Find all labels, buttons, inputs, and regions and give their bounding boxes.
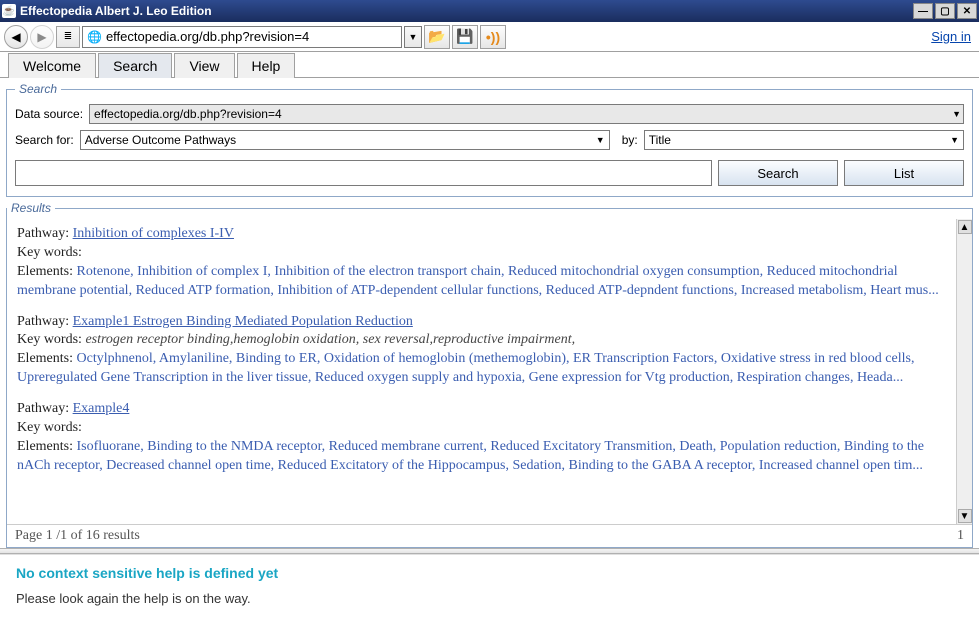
pager-status: Page 1 /1 of 16 results (15, 528, 140, 544)
scroll-up-icon[interactable]: ▲ (958, 220, 972, 234)
java-icon: ☕ (2, 4, 16, 18)
by-label: by: (622, 133, 638, 147)
pathway-link[interactable]: Example4 (73, 401, 130, 416)
globe-icon: 🌐 (87, 30, 102, 44)
tab-help[interactable]: Help (237, 53, 296, 78)
title-bar: ☕ Effectopedia Albert J. Leo Edition — ▢… (0, 0, 979, 22)
close-button[interactable]: ✕ (957, 3, 977, 19)
search-button[interactable]: Search (718, 160, 838, 186)
sign-in-link[interactable]: Sign in (931, 29, 971, 44)
elements-label: Elements: (17, 351, 77, 366)
pathway-label: Pathway: (17, 401, 73, 416)
result-item: Pathway: Example4 Key words: Elements: I… (17, 400, 948, 476)
maximize-button[interactable]: ▢ (935, 3, 955, 19)
save-button[interactable]: 💾 (452, 25, 478, 49)
help-title: No context sensitive help is defined yet (16, 565, 963, 581)
search-for-label: Search for: (15, 133, 74, 147)
help-body: Please look again the help is on the way… (16, 591, 963, 606)
pathway-link[interactable]: Inhibition of complexes I-IV (73, 226, 234, 241)
url-bar[interactable]: 🌐 effectopedia.org/db.php?revision=4 (82, 26, 402, 48)
tab-search[interactable]: Search (98, 53, 172, 78)
result-item: Pathway: Inhibition of complexes I-IV Ke… (17, 225, 948, 301)
rss-button[interactable]: •)) (480, 25, 506, 49)
chevron-down-icon: ▼ (596, 135, 605, 145)
elements-text[interactable]: Octylphnenol, Amylaniline, Binding to ER… (17, 351, 914, 385)
tab-view[interactable]: View (174, 53, 234, 78)
url-source-icon[interactable]: ≣ (56, 26, 80, 48)
results-list: Pathway: Inhibition of complexes I-IV Ke… (7, 219, 956, 524)
pathway-label: Pathway: (17, 226, 73, 241)
search-legend: Search (15, 82, 61, 96)
help-panel: No context sensitive help is defined yet… (0, 554, 979, 640)
keywords-label: Key words: (17, 332, 85, 347)
scroll-down-icon[interactable]: ▼ (958, 509, 972, 523)
chevron-down-icon: ▼ (952, 109, 961, 119)
search-for-value: Adverse Outcome Pathways (85, 133, 236, 147)
open-folder-button[interactable]: 📂 (424, 25, 450, 49)
keywords-label: Key words: (17, 245, 82, 260)
by-value: Title (649, 133, 671, 147)
elements-label: Elements: (17, 439, 77, 454)
search-panel: Search Data source: effectopedia.org/db.… (6, 82, 973, 197)
url-dropdown[interactable]: ▼ (404, 26, 422, 48)
tab-bar: Welcome Search View Help (0, 52, 979, 78)
data-source-select[interactable]: effectopedia.org/db.php?revision=4 ▼ (89, 104, 964, 124)
list-button[interactable]: List (844, 160, 964, 186)
elements-text[interactable]: Rotenone, Inhibition of complex I, Inhib… (17, 264, 939, 298)
keywords-text: estrogen receptor binding,hemoglobin oxi… (85, 332, 575, 347)
minimize-button[interactable]: — (913, 3, 933, 19)
results-legend: Results (7, 201, 55, 215)
pathway-link[interactable]: Example1 Estrogen Binding Mediated Popul… (73, 314, 413, 329)
elements-label: Elements: (17, 264, 77, 279)
chevron-down-icon: ▼ (950, 135, 959, 145)
keywords-label: Key words: (17, 420, 82, 435)
results-panel: Results Pathway: Inhibition of complexes… (6, 201, 973, 548)
scrollbar[interactable]: ▲ ▼ (956, 219, 972, 524)
back-button[interactable]: ◀ (4, 25, 28, 49)
nav-toolbar: ◀ ▶ ≣ 🌐 effectopedia.org/db.php?revision… (0, 22, 979, 52)
scroll-track[interactable] (958, 235, 972, 508)
content-area: Search Data source: effectopedia.org/db.… (0, 78, 979, 548)
result-item: Pathway: Example1 Estrogen Binding Media… (17, 313, 948, 389)
forward-button[interactable]: ▶ (30, 25, 54, 49)
search-input[interactable] (15, 160, 712, 186)
pager-page: 1 (957, 528, 964, 544)
search-for-select[interactable]: Adverse Outcome Pathways ▼ (80, 130, 610, 150)
data-source-label: Data source: (15, 107, 83, 121)
pager: Page 1 /1 of 16 results 1 (7, 524, 972, 547)
url-text: effectopedia.org/db.php?revision=4 (106, 29, 397, 44)
data-source-value: effectopedia.org/db.php?revision=4 (94, 107, 282, 121)
by-select[interactable]: Title ▼ (644, 130, 964, 150)
pathway-label: Pathway: (17, 314, 73, 329)
tab-welcome[interactable]: Welcome (8, 53, 96, 78)
elements-text[interactable]: Isofluorane, Binding to the NMDA recepto… (17, 439, 924, 473)
window-title: Effectopedia Albert J. Leo Edition (20, 4, 212, 18)
